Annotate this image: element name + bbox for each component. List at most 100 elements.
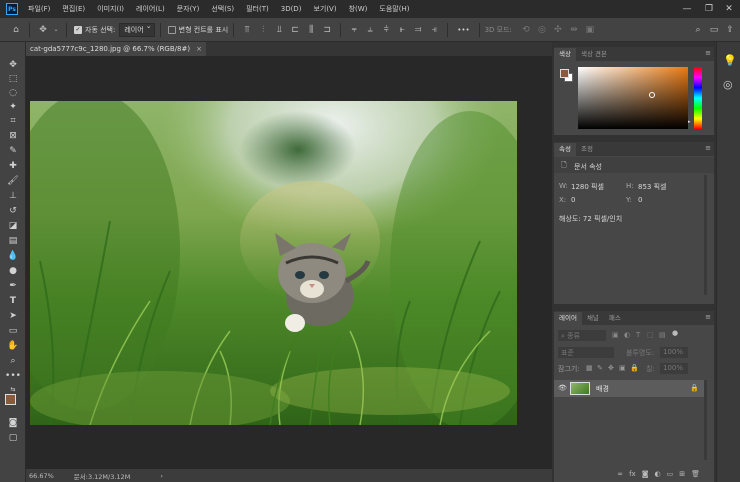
- panel-menu-icon[interactable]: ≡: [705, 144, 711, 152]
- color-field[interactable]: [578, 67, 688, 129]
- filter-toggle-icon[interactable]: ●: [672, 329, 678, 337]
- menu-edit[interactable]: 편집(E): [56, 4, 91, 14]
- layer-row-background[interactable]: 👁 배경 🔒: [554, 380, 704, 397]
- y-value[interactable]: 0: [638, 196, 642, 204]
- foreground-color-swatch[interactable]: [5, 394, 16, 405]
- learn-icon[interactable]: 💡: [723, 54, 737, 67]
- menu-file[interactable]: 파일(F): [22, 4, 56, 14]
- lock-position-icon[interactable]: ✥: [608, 364, 614, 372]
- fx-icon[interactable]: fx: [629, 470, 636, 478]
- history-brush-tool-icon[interactable]: ↺: [5, 204, 21, 217]
- workspace-icon[interactable]: ▭: [708, 24, 720, 36]
- align-left-icon[interactable]: ⊏: [289, 24, 301, 36]
- menu-type[interactable]: 문자(Y): [171, 4, 206, 14]
- lasso-tool-icon[interactable]: ◌: [5, 86, 21, 99]
- type-tool-icon[interactable]: T: [5, 294, 21, 307]
- menu-image[interactable]: 이미지(I): [91, 4, 130, 14]
- frame-tool-icon[interactable]: ⊠: [5, 129, 21, 142]
- layer-name[interactable]: 배경: [596, 384, 609, 394]
- close-window-button[interactable]: ✕: [718, 0, 740, 18]
- transform-controls-checkbox[interactable]: [167, 25, 176, 34]
- adjustment-icon[interactable]: ◐: [655, 470, 661, 478]
- blur-tool-icon[interactable]: 💧: [5, 249, 21, 262]
- tab-properties[interactable]: 속성: [554, 143, 576, 156]
- color-picker-handle[interactable]: [649, 92, 655, 98]
- dodge-tool-icon[interactable]: ●: [5, 264, 21, 277]
- filter-type-icon[interactable]: T: [636, 331, 640, 339]
- document-image[interactable]: [30, 101, 517, 425]
- layer-filter-dropdown[interactable]: ⌕ 종류: [558, 330, 606, 341]
- healing-brush-tool-icon[interactable]: ✚: [5, 159, 21, 172]
- minimize-button[interactable]: —: [676, 0, 698, 18]
- search-icon[interactable]: ⌕: [692, 24, 704, 36]
- move-tool-icon[interactable]: ✥: [5, 58, 21, 71]
- close-tab-icon[interactable]: ×: [196, 45, 202, 53]
- width-value[interactable]: 1280 픽셀: [571, 182, 604, 192]
- eyedropper-tool-icon[interactable]: ✎: [5, 144, 21, 157]
- status-arrow-icon[interactable]: ›: [160, 472, 163, 480]
- tab-paths[interactable]: 패스: [604, 312, 626, 325]
- fill-input[interactable]: 100%: [660, 363, 688, 374]
- align-bottom-icon[interactable]: ⫫: [273, 24, 285, 36]
- align-hcenter-icon[interactable]: ⫼: [305, 24, 317, 36]
- hue-slider[interactable]: [694, 67, 702, 129]
- scrollbar[interactable]: [704, 175, 707, 295]
- color-foreground-swatch[interactable]: [560, 69, 569, 78]
- zoom-level[interactable]: 66.67%: [29, 472, 54, 480]
- link-icon[interactable]: ∞: [617, 470, 623, 478]
- distribute-right-icon[interactable]: ⫣: [428, 24, 440, 36]
- trash-icon[interactable]: 🗑: [691, 470, 700, 478]
- menu-help[interactable]: 도움말(H): [373, 4, 415, 14]
- edit-toolbar-icon[interactable]: •••: [5, 369, 21, 382]
- filter-smart-object-icon[interactable]: ▤: [659, 331, 666, 339]
- distribute-left-icon[interactable]: ⫦: [396, 24, 408, 36]
- panel-menu-icon[interactable]: ≡: [705, 313, 711, 321]
- x-value[interactable]: 0: [571, 196, 575, 204]
- blend-mode-dropdown[interactable]: 표준: [558, 347, 614, 358]
- menu-view[interactable]: 보기(V): [307, 4, 342, 14]
- distribute-vcenter-icon[interactable]: ⫨: [364, 24, 376, 36]
- visibility-eye-icon[interactable]: 👁: [558, 384, 567, 392]
- share-icon[interactable]: ⇪: [724, 24, 736, 36]
- distribute-top-icon[interactable]: ⫧: [348, 24, 360, 36]
- align-top-icon[interactable]: ⫪: [241, 24, 253, 36]
- tab-adjustments[interactable]: 조정: [576, 143, 598, 156]
- lock-image-icon[interactable]: ✎: [597, 364, 603, 372]
- brush-tool-icon[interactable]: 🖌: [5, 174, 21, 187]
- lock-transparent-icon[interactable]: ▦: [586, 364, 593, 372]
- more-options-button[interactable]: •••: [457, 26, 469, 34]
- zoom-tool-icon[interactable]: ⌕: [5, 354, 21, 367]
- chevron-down-icon[interactable]: ⌄: [53, 24, 59, 36]
- new-layer-icon[interactable]: ⊞: [679, 470, 685, 478]
- libraries-icon[interactable]: ◎: [723, 78, 733, 91]
- tab-layers[interactable]: 레이어: [554, 312, 582, 325]
- pen-tool-icon[interactable]: ✒: [5, 279, 21, 292]
- distribute-bottom-icon[interactable]: ⫩: [380, 24, 392, 36]
- filter-shape-icon[interactable]: ⬚: [647, 331, 654, 339]
- menu-layer[interactable]: 레이어(L): [130, 4, 171, 14]
- eraser-tool-icon[interactable]: ◪: [5, 219, 21, 232]
- distribute-hcenter-icon[interactable]: ⫤: [412, 24, 424, 36]
- gradient-tool-icon[interactable]: ▤: [5, 234, 21, 247]
- panel-menu-icon[interactable]: ≡: [705, 49, 711, 57]
- quick-mask-icon[interactable]: ◙: [5, 416, 21, 429]
- group-icon[interactable]: ▭: [667, 470, 674, 478]
- menu-select[interactable]: 선택(S): [205, 4, 240, 14]
- mask-icon[interactable]: ◙: [642, 470, 649, 478]
- tab-color[interactable]: 색상: [554, 48, 576, 61]
- maximize-button[interactable]: ❐: [698, 0, 720, 18]
- scrollbar[interactable]: [704, 380, 707, 460]
- auto-select-checkbox[interactable]: ✓: [74, 25, 82, 34]
- menu-window[interactable]: 창(W): [343, 4, 374, 14]
- align-vcenter-icon[interactable]: ⫶: [257, 24, 269, 36]
- path-selection-tool-icon[interactable]: ➤: [5, 309, 21, 322]
- menu-filter[interactable]: 필터(T): [240, 4, 275, 14]
- crop-tool-icon[interactable]: ⌗: [5, 114, 21, 127]
- menu-3d[interactable]: 3D(D): [275, 5, 308, 13]
- filter-adjustment-icon[interactable]: ◐: [624, 331, 630, 339]
- hand-tool-icon[interactable]: ✋: [5, 339, 21, 352]
- opacity-input[interactable]: 100%: [660, 347, 688, 358]
- document-tab[interactable]: cat-gda5777c9c_1280.jpg @ 66.7% (RGB/8#)…: [26, 42, 206, 56]
- tab-swatches[interactable]: 색상 견본: [576, 48, 612, 61]
- screen-mode-icon[interactable]: ▢: [5, 431, 21, 444]
